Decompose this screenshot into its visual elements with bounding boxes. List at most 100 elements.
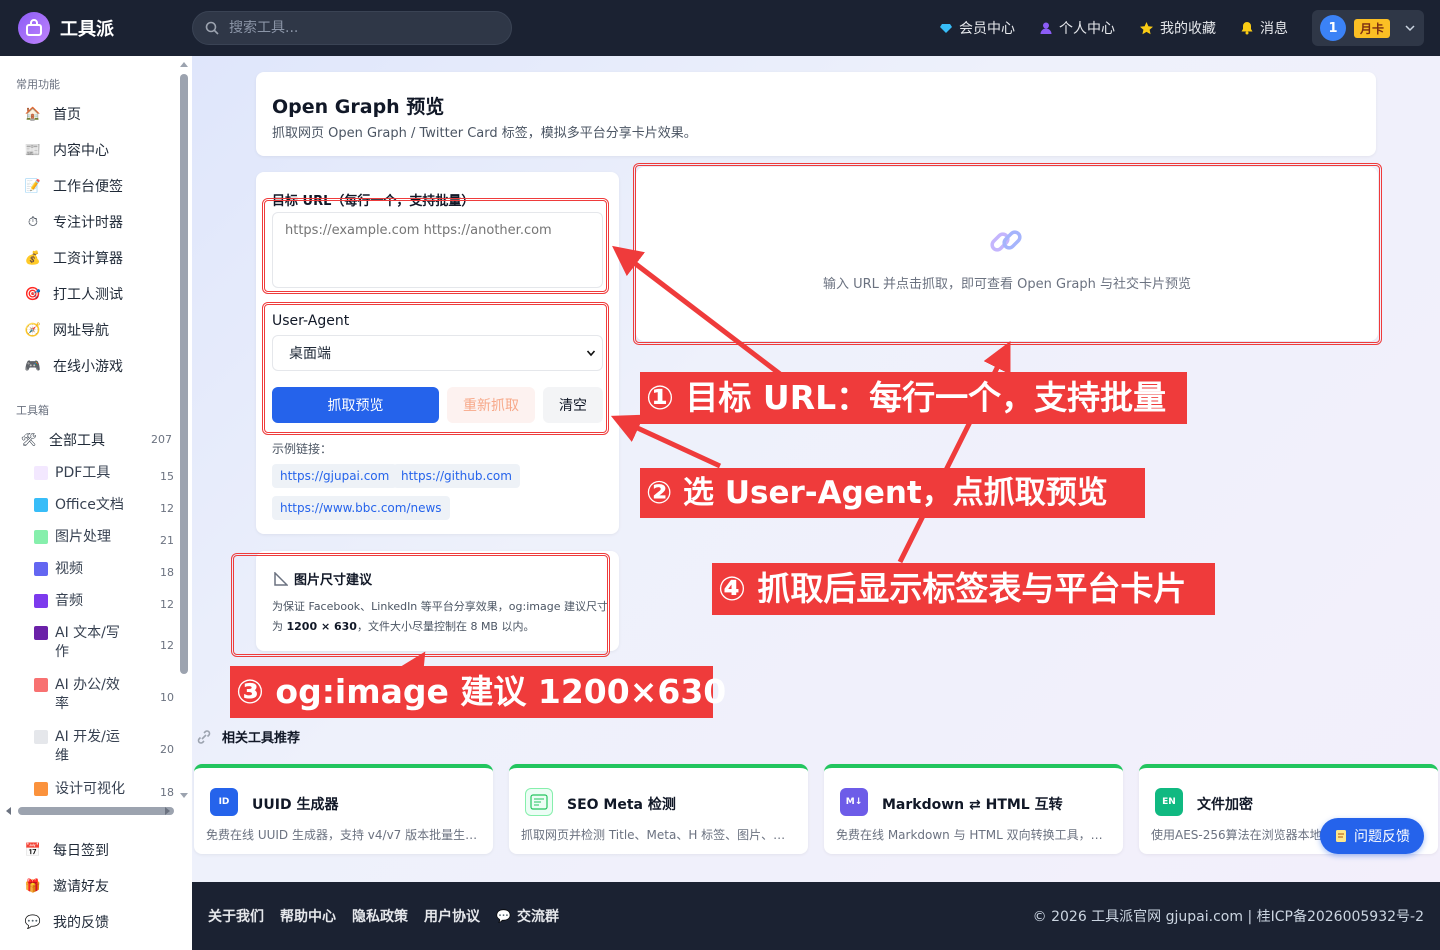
nav-favorites[interactable]: 我的收藏 (1139, 18, 1216, 38)
nav-vip[interactable]: 会员中心 (939, 18, 1015, 38)
sidebar-item-content[interactable]: 📰 内容中心 (24, 140, 109, 160)
logo-icon (18, 12, 50, 44)
footer-link-terms[interactable]: 用户协议 (424, 906, 480, 926)
count-badge: 207 (151, 433, 172, 446)
sidebar-item-label: 我的反馈 (53, 915, 109, 931)
user-menu[interactable]: 1 月卡 (1312, 10, 1424, 46)
footer-link-privacy[interactable]: 隐私政策 (352, 906, 408, 926)
stopwatch-icon: ⏱ (27, 214, 39, 230)
nav-messages[interactable]: 消息 (1240, 18, 1288, 38)
sidebar-item-invite[interactable]: 🎁 邀请好友 (24, 876, 109, 896)
nav-vip-label: 会员中心 (959, 21, 1015, 37)
scroll-down-icon[interactable] (179, 792, 189, 800)
category-label: 音频 (55, 593, 83, 609)
scroll-up-icon[interactable] (179, 60, 189, 68)
sidebar-item-checkin[interactable]: 📅 每日签到 (24, 840, 109, 860)
category-label: AI 开发/运维 (55, 729, 120, 764)
sidebar-item-label: 首页 (53, 107, 81, 123)
sidebar-item-games[interactable]: 🎮 在线小游戏 (24, 356, 123, 376)
memo-icon: 📝 (24, 178, 42, 194)
category-ai-text[interactable]: AI 文本/写作 12 (34, 624, 174, 662)
tool-description: 免费在线 UUID 生成器，支持 v4/v7 版本批量生成... (206, 828, 481, 842)
highlight-tip (231, 553, 610, 657)
feedback-label: 问题反馈 (1354, 829, 1410, 845)
sidebar-item-timer[interactable]: ⏱ 专注计时器 (24, 212, 123, 232)
count-badge: 21 (160, 534, 174, 547)
scroll-right-icon[interactable] (164, 806, 172, 816)
category-design[interactable]: 设计可视化 18 (34, 780, 174, 799)
page-title: Open Graph 预览 (272, 96, 445, 118)
footer-link-group[interactable]: 💬 交流群 (496, 906, 559, 926)
sidebar-item-label: 邀请好友 (53, 879, 109, 895)
sidebar-item-all-tools[interactable]: 🛠 全部工具 207 (20, 430, 172, 450)
markdown-icon: M↓ (840, 788, 868, 816)
scroll-left-icon[interactable] (4, 806, 12, 816)
seo-icon (525, 788, 553, 816)
tool-description: 抓取网页并检测 Title、Meta、H 标签、图片、链... (521, 828, 796, 842)
tool-name: UUID 生成器 (252, 797, 339, 813)
user-icon (1040, 22, 1052, 34)
feedback-button[interactable]: 问题反馈 (1320, 818, 1424, 854)
note-icon (1336, 830, 1346, 842)
highlight-url-input (262, 198, 609, 294)
tool-name: 文件加密 (1197, 797, 1253, 813)
top-nav: 会员中心 个人中心 我的收藏 消息 1 月卡 (939, 0, 1440, 56)
related-tool-card[interactable]: M↓ Markdown ⇄ HTML 互转 免费在线 Markdown 与 HT… (824, 764, 1123, 854)
category-video[interactable]: 视频 18 (34, 560, 174, 579)
sidebar-item-label: 打工人测试 (53, 287, 123, 303)
tool-description: 免费在线 Markdown 与 HTML 双向转换工具，支... (836, 828, 1111, 842)
category-office[interactable]: Office文档 12 (34, 496, 174, 515)
page-subtitle: 抓取网页 Open Graph / Twitter Card 标签，模拟多平台分… (272, 126, 697, 141)
category-ai-dev[interactable]: AI 开发/运维 20 (34, 728, 174, 766)
calendar-icon: 📅 (24, 842, 42, 858)
category-label: 视频 (55, 561, 83, 577)
category-audio[interactable]: 音频 12 (34, 592, 174, 611)
plan-badge: 月卡 (1354, 18, 1391, 38)
section-common-title: 常用功能 (16, 78, 60, 91)
sidebar-item-notes[interactable]: 📝 工作台便签 (24, 176, 123, 196)
related-tool-card[interactable]: ID UUID 生成器 免费在线 UUID 生成器，支持 v4/v7 版本批量生… (194, 764, 493, 854)
chevron-down-icon (1405, 25, 1415, 32)
sidebar-item-salary[interactable]: 💰 工资计算器 (24, 248, 123, 268)
footer-link-help[interactable]: 帮助中心 (280, 906, 336, 926)
example-link[interactable]: https://github.com (393, 464, 520, 488)
sidebar-item-nav[interactable]: 🧭 网址导航 (24, 320, 109, 340)
vertical-scrollbar[interactable] (180, 74, 188, 674)
sidebar-scroll-area[interactable]: 常用功能 🏠 首页 📰 内容中心 📝 工作台便签 ⏱ 专注计时器 💰 工资计算器 🎯 打工人… (0, 56, 192, 816)
search-box[interactable] (192, 11, 512, 45)
app-name: 工具派 (60, 19, 114, 40)
sidebar-item-label: 工作台便签 (53, 179, 123, 195)
chat-icon: 💬 (496, 909, 511, 923)
category-ai-office[interactable]: AI 办公/效率 10 (34, 676, 174, 714)
sidebar-item-feedback[interactable]: 💬 我的反馈 (24, 912, 109, 932)
logo[interactable]: 工具派 (18, 12, 114, 44)
count-badge: 12 (160, 639, 174, 652)
horizontal-scrollbar[interactable] (18, 807, 174, 815)
example-link[interactable]: https://www.bbc.com/news (272, 496, 450, 520)
category-pdf[interactable]: PDF工具 15 (34, 464, 174, 483)
speech-bubble-icon: 💬 (24, 914, 42, 930)
target-icon: 🎯 (24, 286, 42, 302)
search-input[interactable] (229, 20, 489, 36)
example-link[interactable]: https://gjupai.com (272, 464, 398, 488)
related-tools-title: 相关工具推荐 (196, 727, 300, 746)
annotation-4: ④ 抓取后显示标签表与平台卡片 (712, 563, 1215, 615)
tool-name: Markdown ⇄ HTML 互转 (882, 797, 1063, 813)
clapper-icon (34, 562, 48, 576)
sidebar-item-home[interactable]: 🏠 首页 (24, 104, 81, 124)
music-note-icon (34, 594, 48, 608)
encrypt-icon: EN (1155, 788, 1183, 816)
category-label: AI 文本/写作 (55, 625, 120, 660)
related-tool-card[interactable]: SEO Meta 检测 抓取网页并检测 Title、Meta、H 标签、图片、链… (509, 764, 808, 854)
category-image[interactable]: 图片处理 21 (34, 528, 174, 547)
gamepad-icon: 🎮 (24, 358, 42, 374)
category-label: PDF工具 (55, 465, 111, 481)
top-bar: 工具派 会员中心 个人中心 我的收藏 消息 1 月卡 (0, 0, 1440, 56)
nav-favorites-label: 我的收藏 (1160, 21, 1216, 37)
annotation-3: ③ og:image 建议 1200×630 (230, 666, 726, 718)
sidebar-item-worker-test[interactable]: 🎯 打工人测试 (24, 284, 123, 304)
nav-profile[interactable]: 个人中心 (1039, 18, 1115, 38)
footer-link-about[interactable]: 关于我们 (208, 906, 264, 926)
sidebar-item-label: 内容中心 (53, 143, 109, 159)
home-icon: 🏠 (24, 106, 42, 122)
